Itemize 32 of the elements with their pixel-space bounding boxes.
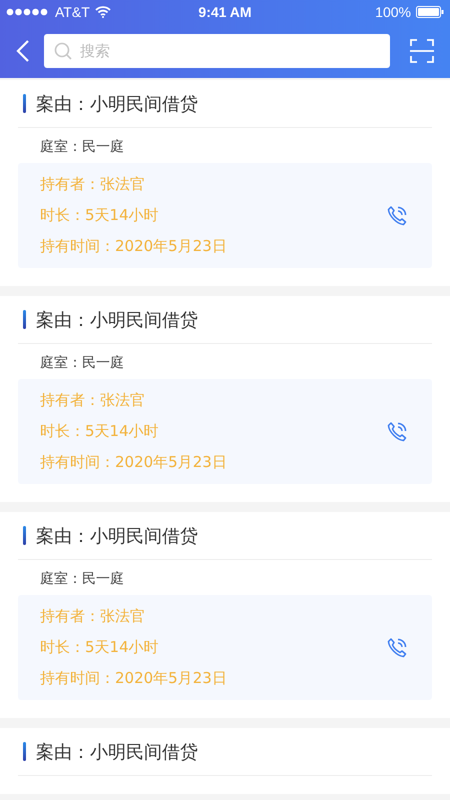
search-field[interactable]: 搜索 (44, 34, 390, 68)
signal-icon (6, 8, 50, 16)
phone-icon[interactable] (386, 636, 408, 658)
carrier-name: AT&T (55, 4, 90, 20)
holder-text: 持有者：张法官 (40, 607, 146, 626)
phone-icon[interactable] (386, 204, 408, 226)
accent-bar (23, 94, 26, 113)
duration-text: 时长：5天14小时 (40, 206, 160, 225)
case-title[interactable]: 案由：小明民间借贷 (36, 740, 198, 764)
back-icon[interactable] (16, 39, 30, 63)
scan-icon[interactable] (410, 39, 434, 63)
court-room: 庭室：民一庭 (39, 138, 125, 157)
court-room: 庭室：民一庭 (39, 570, 125, 589)
duration-text: 时长：5天14小时 (40, 638, 160, 657)
battery-icon (416, 6, 444, 18)
accent-bar (23, 526, 26, 545)
phone-icon[interactable] (386, 420, 408, 442)
status-time: 9:41 AM (198, 4, 252, 20)
held-date-text: 持有时间：2020年5月23日 (40, 669, 227, 688)
held-date-text: 持有时间：2020年5月23日 (40, 453, 227, 472)
case-title[interactable]: 案由：小明民间借贷 (36, 92, 198, 116)
court-room: 庭室：民一庭 (39, 354, 125, 373)
wifi-icon (94, 6, 111, 18)
duration-text: 时长：5天14小时 (40, 422, 160, 441)
battery-percent: 100% (375, 4, 411, 20)
case-title[interactable]: 案由：小明民间借贷 (36, 524, 198, 548)
holder-text: 持有者：张法官 (40, 391, 146, 410)
accent-bar (23, 310, 26, 329)
case-title[interactable]: 案由：小明民间借贷 (36, 308, 198, 332)
held-date-text: 持有时间：2020年5月23日 (40, 237, 227, 256)
holder-text: 持有者：张法官 (40, 175, 146, 194)
accent-bar (23, 742, 26, 761)
